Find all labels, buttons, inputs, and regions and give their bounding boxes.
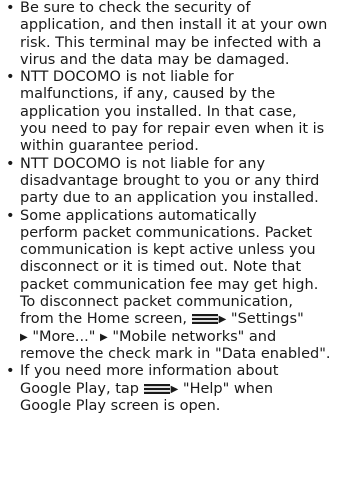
text-line: packet communication fee may get high. <box>20 276 319 293</box>
bullet-icon: • <box>6 207 15 224</box>
text-line: NTT DOCOMO is not liable for <box>20 69 234 86</box>
text-line: communication is kept active unless you <box>20 242 316 259</box>
text-line: virus and the data may be damaged. <box>20 51 290 68</box>
document-page: • Be sure to check the security of appli… <box>0 0 338 481</box>
bullet-icon: • <box>6 69 15 86</box>
text-line: application you installed. In that case, <box>20 103 297 120</box>
text-fragment: Google Play, tap <box>20 380 139 397</box>
text-line: party due to an application you installe… <box>20 190 319 207</box>
bullet-icon: • <box>6 363 15 380</box>
text-line: you need to pay for repair even when it … <box>20 121 325 138</box>
text-line: remove the check mark in "Data enabled". <box>20 345 331 362</box>
text-line: NTT DOCOMO is not liable for any <box>20 155 266 172</box>
text-fragment: "More..." <box>32 328 96 345</box>
text-line-with-menu: from the Home screen, ▶ "Settings" <box>20 311 334 328</box>
arrow-right-icon: ▶ <box>20 331 28 343</box>
text-line: To disconnect packet communication, <box>20 294 293 311</box>
list-item-google-play-help: • If you need more information about Goo… <box>6 363 334 415</box>
text-line: risk. This terminal may be infected with… <box>20 34 322 51</box>
menu-key-icon <box>143 383 170 394</box>
text-fragment: from the Home screen, <box>20 311 187 328</box>
text-line: malfunctions, if any, caused by the <box>20 86 276 103</box>
text-line: Some applications automatically <box>20 207 257 224</box>
text-line: If you need more information about <box>20 363 279 380</box>
notice-list: • Be sure to check the security of appli… <box>6 0 334 415</box>
text-fragment: "Settings" <box>230 311 304 328</box>
text-line: Be sure to check the security of <box>20 0 251 16</box>
arrow-right-icon: ▶ <box>218 314 227 326</box>
bullet-icon: • <box>6 0 15 16</box>
text-line: disconnect or it is timed out. Note that <box>20 259 302 276</box>
arrow-right-icon: ▶ <box>170 383 179 395</box>
menu-key-icon <box>191 314 218 325</box>
text-line: perform packet communications. Packet <box>20 224 313 241</box>
list-item-disadvantage: • NTT DOCOMO is not liable for any disad… <box>6 156 334 208</box>
list-item-security: • Be sure to check the security of appli… <box>6 0 334 69</box>
text-line-with-arrow: ▶ "More..." ▶ "Mobile networks" and <box>20 329 334 346</box>
text-fragment: "Mobile networks" and <box>112 328 277 345</box>
text-fragment: "Help" when <box>182 380 274 397</box>
text-line: disadvantage brought to you or any third <box>20 172 320 189</box>
list-item-malfunctions: • NTT DOCOMO is not liable for malfuncti… <box>6 69 334 155</box>
text-line: Google Play screen is open. <box>20 397 221 414</box>
text-line: within guarantee period. <box>20 138 199 155</box>
bullet-icon: • <box>6 155 15 172</box>
arrow-right-icon: ▶ <box>100 331 108 343</box>
text-line-with-menu: Google Play, tap ▶ "Help" when <box>20 381 334 398</box>
text-line: application, and then install it at your… <box>20 17 328 34</box>
list-item-packet-communication: • Some applications automatically perfor… <box>6 208 334 364</box>
